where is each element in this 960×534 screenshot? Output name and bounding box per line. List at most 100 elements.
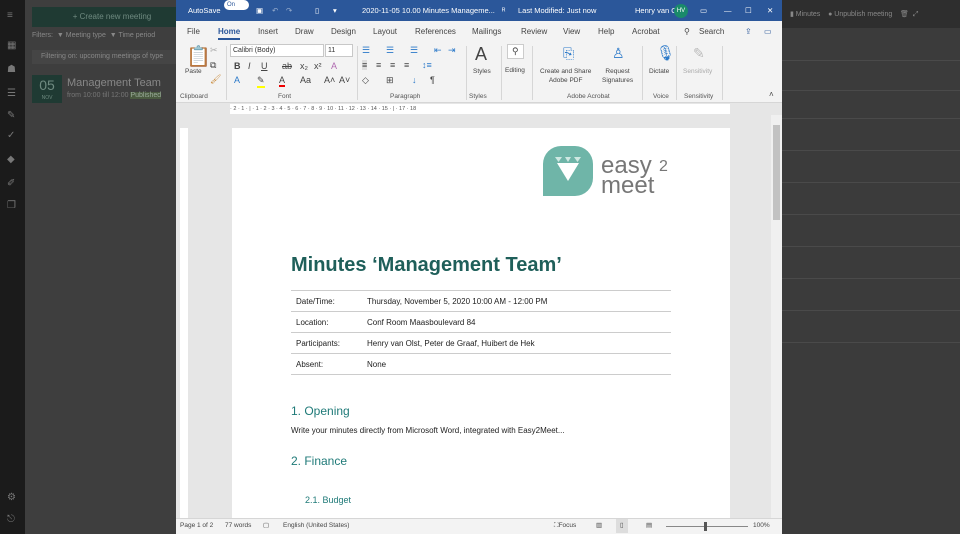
tab-home[interactable]: Home [218, 27, 241, 40]
zoom-slider[interactable] [666, 526, 748, 527]
grow-font-icon[interactable]: A˄ [324, 75, 335, 85]
web-layout-icon[interactable]: ▤ [646, 519, 652, 533]
tab-layout[interactable]: Layout [373, 27, 397, 36]
superscript-icon[interactable]: x² [314, 61, 322, 71]
tab-mailings[interactable]: Mailings [472, 27, 501, 36]
tab-acrobat[interactable]: Acrobat [632, 27, 660, 36]
strikethrough-icon[interactable]: ab [282, 61, 292, 71]
logout-icon[interactable]: ⎋ [7, 514, 15, 525]
tab-file[interactable]: File [187, 27, 200, 36]
share-icon[interactable]: ⇪ [745, 27, 752, 36]
shrink-font-icon[interactable]: A˅ [339, 75, 350, 85]
copy-icon[interactable]: ❐ [7, 200, 16, 211]
increase-indent-icon[interactable]: ⇥ [448, 45, 456, 56]
menu-icon[interactable]: ≡ [7, 10, 13, 21]
clear-formatting-icon[interactable]: A [331, 61, 337, 71]
font-color-icon[interactable]: A [279, 75, 286, 87]
bullets-icon[interactable]: ☰ [362, 45, 370, 56]
font-name-select[interactable]: Calibri (Body) [230, 44, 324, 57]
pen-icon[interactable]: ✐ [7, 178, 15, 189]
create-pdf-icon[interactable]: ⎘ [563, 45, 574, 62]
tools-icon[interactable]: ✎ [7, 110, 15, 121]
expand-icon[interactable]: ⤢ [913, 11, 919, 18]
sort-icon[interactable]: ↓ [412, 75, 417, 85]
tab-draw[interactable]: Draw [295, 27, 314, 36]
group-icon[interactable]: ☗ [7, 64, 16, 75]
minimize-icon[interactable]: — [724, 0, 732, 21]
subscript-icon[interactable]: x₂ [300, 61, 308, 71]
paste-icon[interactable]: 📋 [186, 44, 211, 69]
save-icon[interactable]: ▣ [256, 0, 263, 21]
font-size-select[interactable]: 11 [325, 44, 353, 57]
file-icon[interactable]: ▯ [315, 0, 319, 21]
create-pdf-button[interactable]: Create and Share Adobe PDF [540, 67, 591, 85]
multilevel-list-icon[interactable]: ☰ [410, 45, 418, 56]
list-icon[interactable]: ☰ [7, 88, 16, 99]
justify-icon[interactable]: ≡ [404, 60, 409, 70]
delete-icon[interactable]: 🗑 [900, 11, 909, 18]
zoom-slider-thumb[interactable] [704, 522, 707, 531]
read-mode-icon[interactable]: ▥ [596, 519, 602, 533]
underline-icon[interactable]: U [261, 61, 268, 71]
request-signatures-icon[interactable]: ♙ [612, 45, 625, 62]
tab-help[interactable]: Help [598, 27, 614, 36]
dictate-button[interactable]: Dictate [649, 67, 669, 76]
maximize-icon[interactable]: ☐ [745, 0, 752, 21]
word-count[interactable]: 77 words [225, 519, 251, 533]
align-left-icon[interactable]: ≡ [362, 60, 368, 70]
align-right-icon[interactable]: ≡ [390, 60, 395, 70]
shading-icon[interactable]: ◇ [362, 75, 369, 86]
proofing-icon[interactable]: ▢ [263, 519, 269, 533]
search-box[interactable]: Search [699, 27, 724, 36]
comments-icon[interactable]: ▭ [764, 27, 772, 36]
tag-icon[interactable]: ◆ [7, 154, 15, 165]
filter-meeting-type[interactable]: ▼ Meeting type [57, 32, 106, 39]
cut-icon[interactable]: ✂ [210, 45, 218, 56]
show-formatting-icon[interactable]: ¶ [430, 75, 435, 85]
customize-icon[interactable]: ▾ [333, 0, 337, 21]
styles-icon[interactable]: A [475, 44, 487, 65]
horizontal-ruler[interactable]: · 2 · 1 · | · 1 · 2 · 3 · 4 · 5 · 6 · 7 … [230, 104, 730, 114]
filter-time-period[interactable]: ▼ Time period [110, 32, 155, 39]
text-effects-icon[interactable]: A [234, 75, 240, 85]
ribbon-display-icon[interactable]: ▭ [700, 0, 707, 21]
find-icon[interactable]: ⚲ [507, 44, 524, 59]
line-spacing-icon[interactable]: ↕≡ [422, 60, 432, 70]
meeting-title[interactable]: Management Team [67, 77, 161, 89]
redo-icon[interactable]: ↷ [286, 0, 292, 21]
paste-button[interactable]: Paste [185, 67, 202, 76]
tab-view[interactable]: View [563, 27, 580, 36]
create-meeting-button[interactable]: + Create new meeting [32, 7, 192, 27]
italic-icon[interactable]: I [248, 61, 251, 71]
avatar[interactable]: HV [674, 3, 688, 18]
tab-references[interactable]: References [415, 27, 456, 36]
page-count[interactable]: Page 1 of 2 [180, 519, 213, 533]
focus-button[interactable]: ⛶ Focus [554, 519, 576, 533]
microphone-icon[interactable]: 🎙 [656, 44, 675, 62]
check-icon[interactable]: ✓ [7, 130, 15, 141]
tab-design[interactable]: Design [331, 27, 356, 36]
highlight-icon[interactable]: ✎ [257, 75, 265, 88]
tab-review[interactable]: Review [521, 27, 547, 36]
bold-icon[interactable]: B [234, 61, 241, 71]
document-page[interactable]: easy 2 meet Minutes ‘Management Team’ Date… [232, 128, 730, 528]
vertical-ruler[interactable] [180, 128, 188, 518]
request-signatures-button[interactable]: Request Signatures [602, 67, 633, 85]
editing-button[interactable]: Editing [505, 66, 525, 75]
tab-insert[interactable]: Insert [258, 27, 278, 36]
scrollbar-thumb[interactable] [773, 125, 780, 220]
change-case-icon[interactable]: Aa [300, 75, 311, 85]
settings-icon[interactable]: ⚙ [7, 492, 16, 503]
styles-button[interactable]: Styles [473, 67, 491, 76]
language[interactable]: English (United States) [283, 519, 349, 533]
unpublish-button[interactable]: ● Unpublish meeting [828, 11, 892, 18]
decrease-indent-icon[interactable]: ⇤ [434, 45, 442, 56]
document-title[interactable]: 2020-11-05 10.00 Minutes Manageme... [362, 0, 495, 21]
calendar-icon[interactable]: ▦ [7, 40, 16, 51]
numbering-icon[interactable]: ☰ [386, 45, 394, 56]
meeting-date[interactable]: 05 NOV [32, 75, 62, 103]
copy-icon[interactable]: ⧉ [210, 60, 216, 71]
search-icon[interactable]: ⚲ [684, 27, 690, 36]
minutes-button[interactable]: ▮ Minutes [790, 11, 820, 18]
print-layout-icon[interactable]: ▯ [616, 519, 628, 533]
